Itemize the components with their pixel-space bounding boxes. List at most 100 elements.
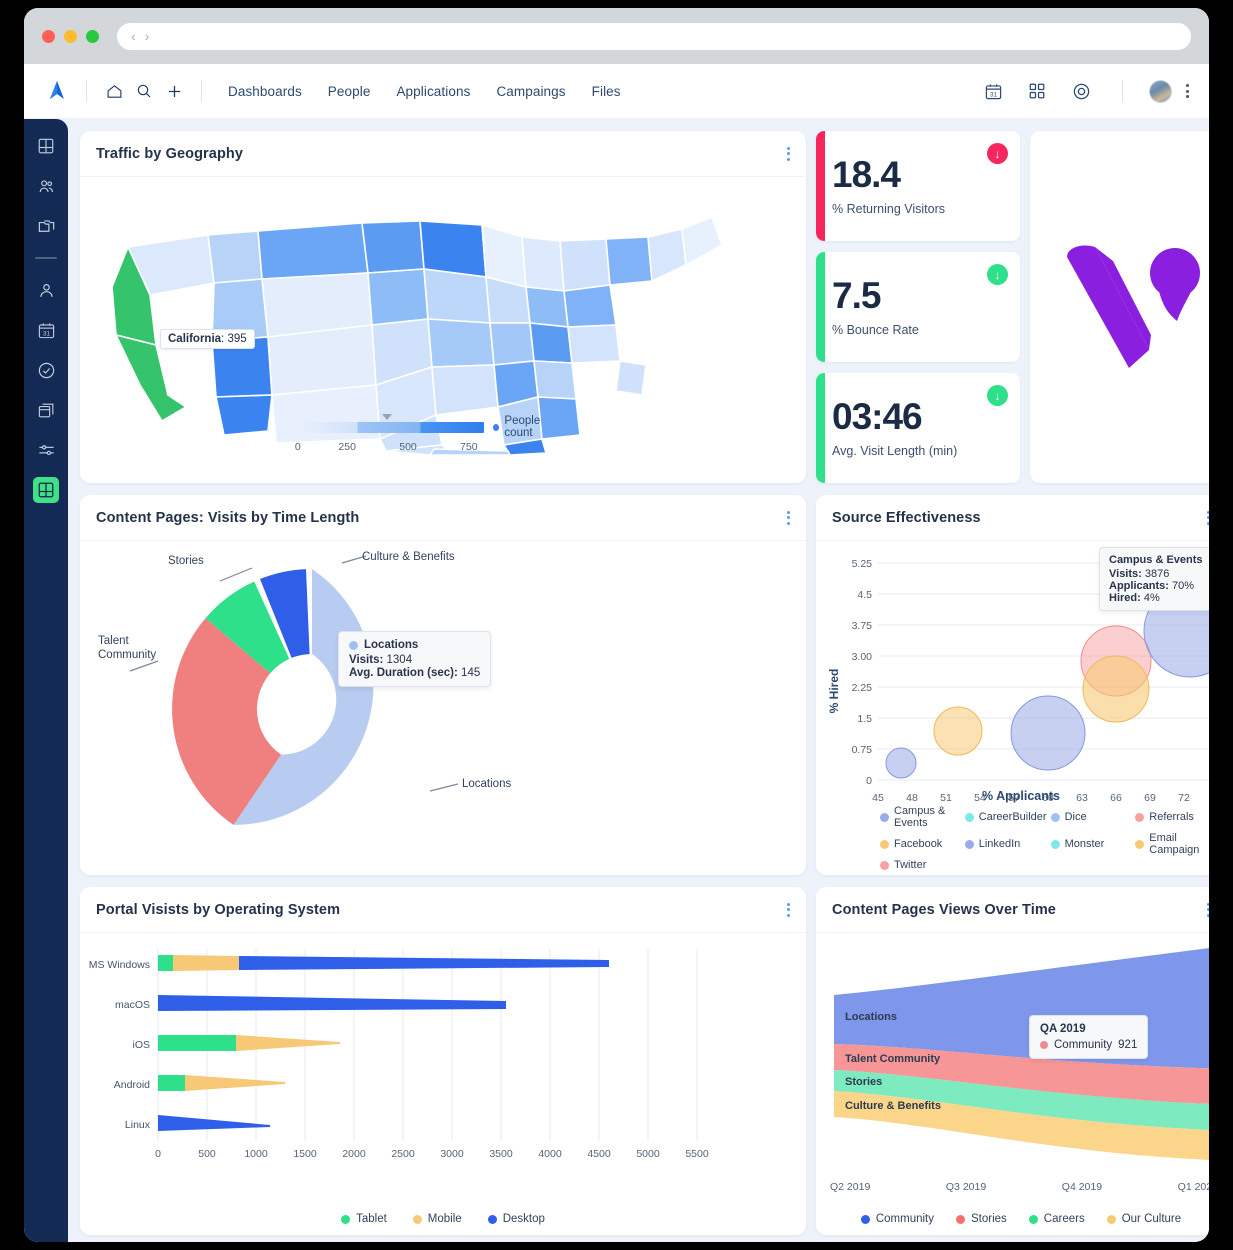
legend-dot-icon [487,1214,497,1224]
donut-svg [129,555,459,825]
svg-text:3000: 3000 [440,1148,464,1160]
arrow-down-icon: ↓ [987,143,1008,164]
legend-item-campus-events[interactable]: Campus & Events [880,805,961,829]
legend-item-stories[interactable]: Stories [956,1213,1007,1225]
legend-label: Twitter [894,859,927,871]
close-window-button[interactable] [42,29,55,43]
svg-text:5000: 5000 [636,1148,660,1160]
horizontal-bar-chart[interactable]: MS Windows macOS iOS Android Linux 0 500… [80,933,806,1235]
stream-svg: Locations Talent Community Stories Cultu… [834,948,1209,1160]
window-controls[interactable] [42,29,99,43]
legend-item-community[interactable]: Community [860,1213,934,1225]
back-icon[interactable]: ‹ [131,29,136,43]
minimize-window-button[interactable] [64,29,77,43]
legend-item-desktop[interactable]: Desktop [487,1213,545,1225]
svg-text:Linux: Linux [125,1119,151,1131]
tooltip-series-dot-icon [1040,1041,1048,1049]
sidebar-item-calendar[interactable]: 31 [33,317,59,343]
tooltip-duration-value: 145 [461,667,481,679]
content-pages-views-over-time-card: Content Pages Views Over Time Locations … [816,887,1209,1235]
bubble-chart[interactable]: 5.25 4.5 3.75 3.00 2.25 1.5 0.75 0 % Hired [816,541,1209,875]
svg-text:5.25: 5.25 [852,558,873,570]
card-menu-button[interactable] [1207,902,1209,917]
legend-tick: 500 [399,441,417,453]
svg-text:3.75: 3.75 [852,620,873,632]
sidebar-item-reports[interactable] [33,397,59,423]
card-title: Traffic by Geography [96,145,244,162]
nav-item-applications[interactable]: Applications [396,84,470,99]
stream-legend: Community Stories Careers Our Culture [816,1213,1209,1225]
content-pages-visits-card: Content Pages: Visits by Time Length Sto… [80,495,806,875]
kpi-column: ↓ 18.4 % Returning Visitors ↓ 7.5 % Boun… [816,131,1020,483]
sidebar-item-tasks[interactable] [33,357,59,383]
kpi-accent-bar [816,131,825,241]
x-tick-q2-2019: Q2 2019 [830,1181,871,1193]
legend-item-careerbuilder[interactable]: CareerBuilder [964,805,1047,829]
sidebar-item-profile[interactable] [33,277,59,303]
forward-icon[interactable]: › [145,29,150,43]
legend-item-monster[interactable]: Monster [1050,832,1132,856]
svg-text:Android: Android [114,1079,150,1091]
donut-chart[interactable]: Stories Culture & Benefits Talent Commun… [80,541,806,875]
legend-dot-icon [412,1214,422,1224]
kpi-card-avg-visit-length[interactable]: ↓ 03:46 Avg. Visit Length (min) [816,373,1020,483]
kpi-card-returning-visitors[interactable]: ↓ 18.4 % Returning Visitors [816,131,1020,241]
card-menu-button[interactable] [787,902,790,917]
legend-item-email-campaign[interactable]: Email Campaign [1135,832,1209,856]
calendar-31-icon[interactable]: 31 [978,76,1008,106]
tooltip-hired-label: Hired: [1109,592,1141,604]
maximize-window-button[interactable] [86,29,99,43]
nav-item-campaings[interactable]: Campaings [496,84,565,99]
map-tooltip-state: California [168,333,222,345]
legend-item-mobile[interactable]: Mobile [412,1213,462,1225]
tooltip-applicants-label: Applicants: [1109,580,1169,592]
grid-apps-icon[interactable] [1022,76,1052,106]
legend-dot-icon [880,860,889,870]
target-circle-icon[interactable] [1066,76,1096,106]
nav-item-dashboards[interactable]: Dashboards [228,84,302,99]
nav-item-files[interactable]: Files [592,84,621,99]
donut-label-locations: Locations [462,778,512,790]
brand-logo-icon[interactable] [40,79,74,103]
kpi-card-bounce-rate[interactable]: ↓ 7.5 % Bounce Rate [816,252,1020,362]
svg-text:500: 500 [198,1148,216,1160]
sidebar-item-settings[interactable] [33,437,59,463]
sidebar-item-analytics[interactable] [33,477,59,503]
us-choropleth-map[interactable]: California: 395 People count 0 250 500 7… [80,177,806,483]
nav-item-people[interactable]: People [328,84,371,99]
svg-text:2500: 2500 [391,1148,415,1160]
sidebar-item-dashboard[interactable] [33,133,59,159]
home-icon[interactable] [99,76,129,106]
legend-series: People count [493,415,566,439]
more-options-button[interactable] [1186,84,1189,98]
card-menu-button[interactable] [787,146,790,161]
legend-item-referrals[interactable]: Referrals [1135,805,1209,829]
legend-label: Dice [1064,811,1087,823]
legend-item-tablet[interactable]: Tablet [341,1213,387,1225]
tooltip-series-dot-icon [349,640,358,650]
legend-dot-icon [964,839,974,849]
legend-item-dice[interactable]: Dice [1050,805,1132,829]
card-menu-button[interactable] [787,510,790,525]
legend-label: Campus & Events [894,805,946,829]
legend-item-our-culture[interactable]: Our Culture [1106,1213,1181,1225]
avatar[interactable] [1149,79,1172,103]
kpi-label: % Bounce Rate [832,323,919,337]
stacked-area-chart[interactable]: Locations Talent Community Stories Cultu… [816,933,1209,1235]
address-bar[interactable]: ‹ › [117,22,1191,50]
sidebar-item-people[interactable] [33,173,59,199]
card-menu-button[interactable] [1207,510,1209,525]
legend-item-careers[interactable]: Careers [1028,1213,1085,1225]
svg-text:2000: 2000 [342,1148,366,1160]
legend-item-twitter[interactable]: Twitter [880,859,961,871]
tooltip-applicants-row: Applicants: 70% [1109,580,1203,592]
legend-dot-icon [880,839,889,849]
tooltip-title: QA 2019 [1040,1023,1086,1035]
legend-item-facebook[interactable]: Facebook [880,832,961,856]
sidebar-item-folders[interactable] [33,213,59,239]
svg-text:4000: 4000 [538,1148,562,1160]
search-icon[interactable] [129,76,159,106]
legend-item-linkedin[interactable]: LinkedIn [964,832,1047,856]
legend-label: Careers [1043,1213,1085,1225]
plus-icon[interactable] [159,76,189,106]
